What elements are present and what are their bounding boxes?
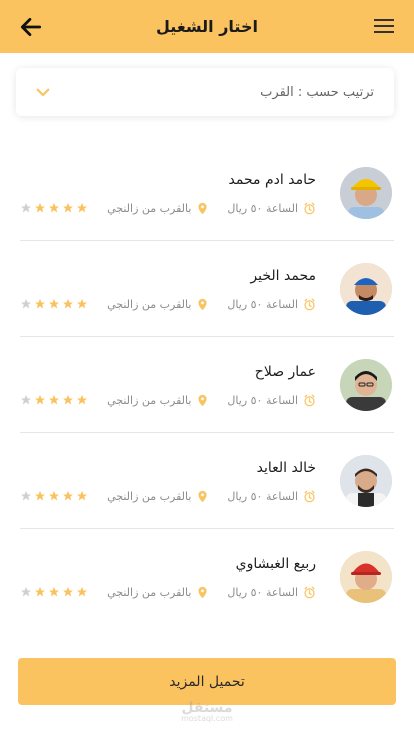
star-filled-icon [49,203,59,213]
hourly-rate: الساعة ٥٠ ريال [227,298,316,311]
chevron-down-icon [36,88,50,97]
worker-meta: الساعة ٥٠ ريال بالقرب من زالنجي [107,490,316,503]
star-rating [20,202,88,214]
location-pin-icon [198,586,207,599]
worker-list: حامد ادم محمد الساعة ٥٠ ريال بالقرب من ز… [20,145,394,625]
hourly-rate: الساعة ٥٠ ريال [227,490,316,503]
location-text: بالقرب من زالنجي [107,394,192,407]
star-filled-icon [77,395,87,405]
star-filled-icon [35,587,45,597]
location-text: بالقرب من زالنجي [107,586,192,599]
star-filled-icon [49,395,59,405]
star-filled-icon [77,587,87,597]
rate-text: الساعة ٥٠ ريال [227,586,298,599]
star-empty-icon [21,299,31,309]
alarm-clock-icon [304,394,315,407]
avatar [340,551,392,603]
worker-row[interactable]: عمار صلاح الساعة ٥٠ ريال بالقرب من زالنج… [20,337,394,433]
worker-meta: الساعة ٥٠ ريال بالقرب من زالنجي [107,394,316,407]
star-filled-icon [77,491,87,501]
worker-meta: الساعة ٥٠ ريال بالقرب من زالنجي [107,202,316,215]
star-filled-icon [35,203,45,213]
hourly-rate: الساعة ٥٠ ريال [227,586,316,599]
location: بالقرب من زالنجي [107,202,209,215]
hourly-rate: الساعة ٥٠ ريال [227,202,316,215]
location: بالقرب من زالنجي [107,394,209,407]
arrow-left-icon[interactable] [18,14,44,40]
sort-dropdown[interactable]: ترتيب حسب : القرب [16,68,394,116]
star-empty-icon [21,395,31,405]
worker-meta: الساعة ٥٠ ريال بالقرب من زالنجي [107,586,316,599]
worker-meta: الساعة ٥٠ ريال بالقرب من زالنجي [107,298,316,311]
location-pin-icon [198,298,207,311]
star-rating [20,298,88,310]
star-filled-icon [35,491,45,501]
avatar [340,455,392,507]
location: بالقرب من زالنجي [107,298,209,311]
sort-label: ترتيب حسب : القرب [260,84,374,100]
hourly-rate: الساعة ٥٠ ريال [227,394,316,407]
star-filled-icon [63,203,73,213]
location: بالقرب من زالنجي [107,490,209,503]
worker-name: محمد الخير [250,268,316,284]
star-filled-icon [63,395,73,405]
avatar [340,263,392,315]
worker-row[interactable]: حامد ادم محمد الساعة ٥٠ ريال بالقرب من ز… [20,145,394,241]
star-filled-icon [49,587,59,597]
worker-row[interactable]: ربيع الغبشاوي الساعة ٥٠ ريال بالقرب من ز… [20,529,394,625]
star-filled-icon [49,491,59,501]
rate-text: الساعة ٥٠ ريال [227,202,298,215]
page-title: اختار الشغيل [156,17,258,36]
star-empty-icon [21,587,31,597]
star-filled-icon [63,491,73,501]
star-empty-icon [21,203,31,213]
location-pin-icon [198,394,207,407]
worker-name: عمار صلاح [254,364,316,380]
alarm-clock-icon [304,586,315,599]
rate-text: الساعة ٥٠ ريال [227,490,298,503]
star-filled-icon [77,299,87,309]
worker-row[interactable]: محمد الخير الساعة ٥٠ ريال بالقرب من زالن… [20,241,394,337]
worker-name: حامد ادم محمد [228,172,316,188]
top-app-bar: اختار الشغيل [0,0,414,53]
worker-row[interactable]: خالد العايد الساعة ٥٠ ريال بالقرب من زال… [20,433,394,529]
star-rating [20,394,88,406]
star-filled-icon [63,299,73,309]
hamburger-menu-icon[interactable] [374,17,394,35]
location-pin-icon [198,490,207,503]
star-filled-icon [63,587,73,597]
star-filled-icon [77,203,87,213]
location-text: بالقرب من زالنجي [107,298,192,311]
rate-text: الساعة ٥٠ ريال [227,394,298,407]
avatar [340,167,392,219]
star-rating [20,586,88,598]
location: بالقرب من زالنجي [107,586,209,599]
worker-name: ربيع الغبشاوي [235,556,316,572]
load-more-button[interactable]: تحميل المزيد [18,658,396,705]
location-pin-icon [198,202,207,215]
watermark: مستقل mostaql.com [0,700,414,723]
watermark-sub: mostaql.com [181,714,233,723]
star-filled-icon [49,299,59,309]
alarm-clock-icon [304,490,315,503]
location-text: بالقرب من زالنجي [107,202,192,215]
alarm-clock-icon [304,202,315,215]
location-text: بالقرب من زالنجي [107,490,192,503]
star-empty-icon [21,491,31,501]
star-filled-icon [35,395,45,405]
alarm-clock-icon [304,298,315,311]
worker-name: خالد العايد [256,460,316,476]
star-filled-icon [35,299,45,309]
rate-text: الساعة ٥٠ ريال [227,298,298,311]
avatar [340,359,392,411]
star-rating [20,490,88,502]
